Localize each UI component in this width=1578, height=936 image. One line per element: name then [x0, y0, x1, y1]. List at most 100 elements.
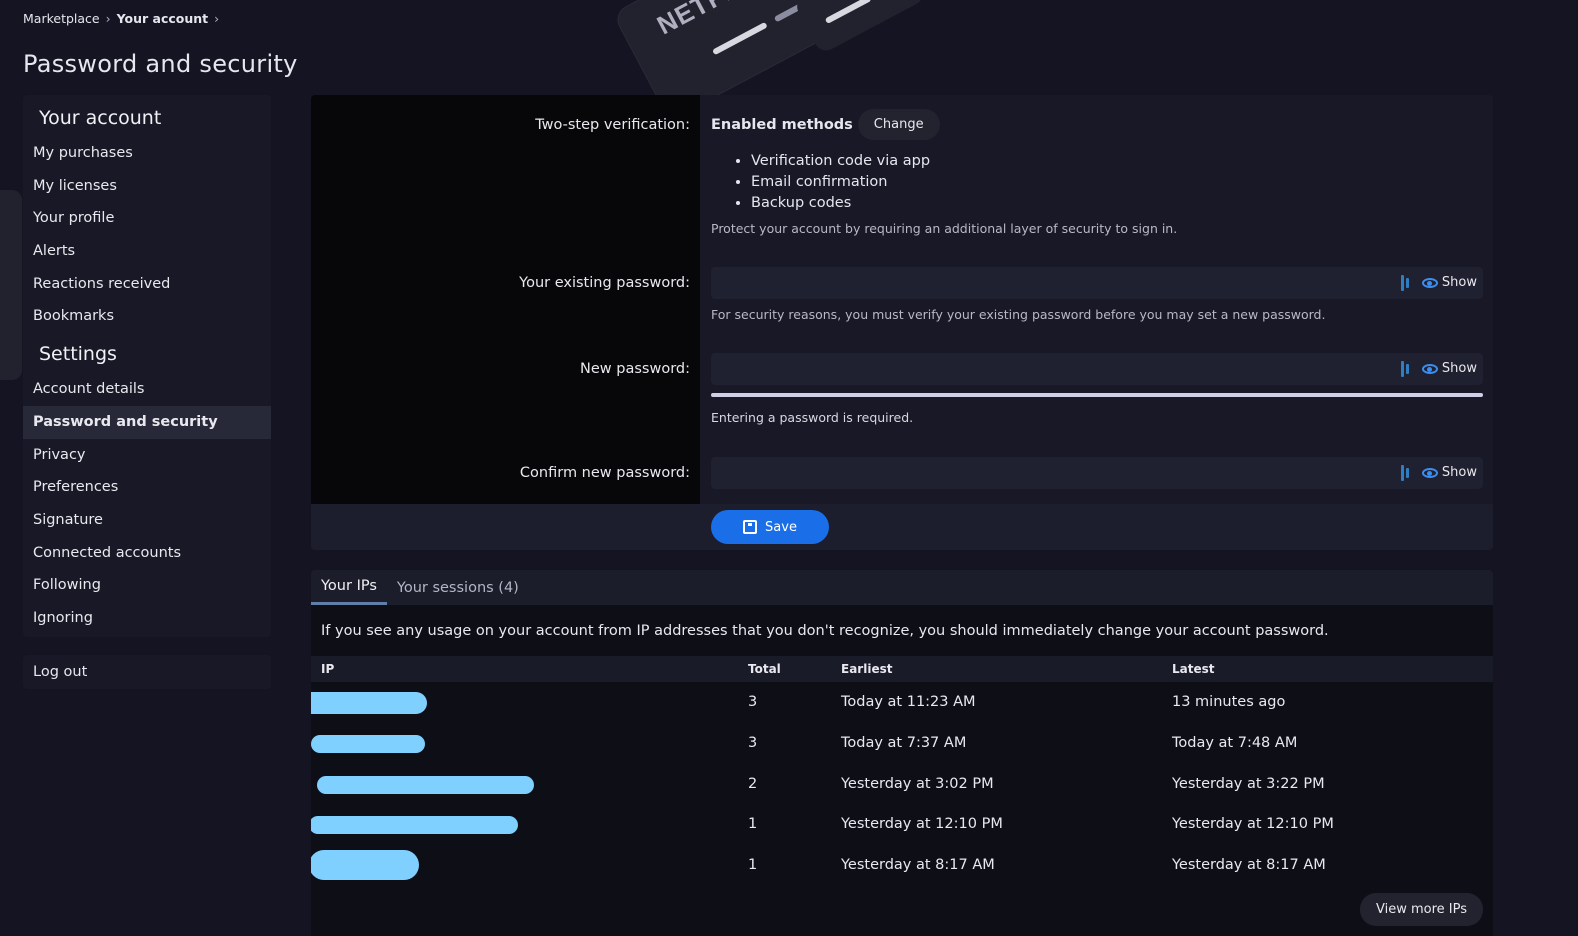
column-earliest: Earliest: [841, 662, 893, 676]
cell-earliest: Today at 7:37 AM: [841, 734, 967, 751]
cell-total: 1: [748, 857, 758, 874]
show-password-toggle[interactable]: Show: [1421, 275, 1477, 290]
view-more-ips-button[interactable]: View more IPs: [1359, 893, 1483, 926]
cell-latest: 13 minutes ago: [1172, 694, 1286, 710]
cell-latest: Yesterday at 3:22 PM: [1172, 775, 1325, 792]
logout-button[interactable]: Log out: [23, 654, 271, 689]
new-password-hint: Entering a password is required.: [711, 410, 914, 425]
sidebar-item-alerts[interactable]: Alerts: [23, 235, 271, 268]
cell-total: 1: [748, 816, 758, 833]
show-label: Show: [1441, 465, 1477, 480]
ip-tabs: Your IPs Your sessions (4): [311, 570, 1493, 605]
new-password-label: New password:: [580, 361, 690, 377]
cell-earliest: Today at 11:23 AM: [841, 694, 976, 710]
eye-icon: [1421, 467, 1438, 478]
sidebar-item-your-profile[interactable]: Your profile: [23, 202, 271, 235]
enabled-methods-label: Enabled methods: [711, 116, 853, 133]
form-label-column: Two-step verification: Your existing pas…: [311, 95, 700, 504]
two-step-hint: Protect your account by requiring an add…: [711, 221, 1178, 236]
column-ip: IP: [321, 662, 335, 676]
chevron-right-icon: ›: [105, 11, 111, 26]
table-row: 1 Yesterday at 12:10 PM Yesterday at 12:…: [311, 804, 1493, 845]
sidebar-item-following[interactable]: Following: [23, 569, 271, 602]
decorative-card-3: [0, 190, 22, 380]
sidebar-item-privacy[interactable]: Privacy: [23, 439, 271, 472]
two-step-row: Enabled methods Change: [711, 109, 940, 140]
show-label: Show: [1441, 275, 1477, 290]
chevron-right-icon: ›: [214, 11, 220, 26]
sidebar: Your account My purchases My licenses Yo…: [23, 95, 271, 689]
sidebar-item-my-purchases[interactable]: My purchases: [23, 137, 271, 170]
column-latest: Latest: [1172, 662, 1215, 676]
sidebar-item-ignoring[interactable]: Ignoring: [23, 602, 271, 635]
two-step-methods-list: Verification code via app Email confirma…: [711, 151, 930, 214]
cell-latest: Yesterday at 12:10 PM: [1172, 816, 1334, 833]
eye-icon: [1421, 277, 1438, 288]
form-footer: Save: [311, 504, 1493, 550]
ip-table-header: IP Total Earliest Latest: [311, 656, 1493, 682]
breadcrumb: Marketplace › Your account ›: [23, 11, 225, 26]
redacted-ip: [311, 734, 425, 753]
tab-your-ips[interactable]: Your IPs: [311, 570, 387, 605]
sidebar-item-signature[interactable]: Signature: [23, 504, 271, 537]
existing-password-hint: For security reasons, you must verify yo…: [711, 307, 1326, 322]
sidebar-item-connected-accounts[interactable]: Connected accounts: [23, 537, 271, 570]
new-password-input[interactable]: Show: [711, 353, 1483, 385]
sidebar-item-password-security[interactable]: Password and security: [23, 405, 271, 439]
cell-earliest: Yesterday at 8:17 AM: [841, 857, 995, 874]
password-manager-icon[interactable]: [1401, 465, 1411, 481]
cell-earliest: Yesterday at 3:02 PM: [841, 775, 994, 792]
existing-password-input[interactable]: Show: [711, 267, 1483, 299]
table-row: 3 Today at 7:37 AM Today at 7:48 AM: [311, 723, 1493, 764]
cell-latest: Yesterday at 8:17 AM: [1172, 857, 1326, 874]
change-two-step-button[interactable]: Change: [857, 109, 940, 140]
sidebar-item-bookmarks[interactable]: Bookmarks: [23, 300, 271, 333]
sidebar-item-account-details[interactable]: Account details: [23, 373, 271, 406]
password-form: Two-step verification: Your existing pas…: [311, 95, 1493, 550]
show-label: Show: [1441, 361, 1477, 376]
confirm-password-input[interactable]: Show: [711, 457, 1483, 489]
confirm-password-label: Confirm new password:: [519, 465, 690, 481]
decorative-card-logo: NETFLIX: [652, 0, 768, 41]
list-item: Email confirmation: [751, 172, 930, 193]
save-button[interactable]: Save: [711, 510, 829, 544]
redacted-ip: [311, 816, 518, 835]
table-row: 2 Yesterday at 3:02 PM Yesterday at 3:22…: [311, 764, 1493, 805]
existing-password-label: Your existing password:: [519, 275, 690, 291]
sidebar-heading-settings: Settings: [39, 343, 117, 366]
ip-history-panel: Your IPs Your sessions (4) If you see an…: [311, 570, 1493, 936]
show-password-toggle[interactable]: Show: [1421, 361, 1477, 376]
list-item: Verification code via app: [751, 151, 930, 172]
tab-your-sessions[interactable]: Your sessions (4): [387, 570, 529, 605]
sidebar-item-reactions-received[interactable]: Reactions received: [23, 268, 271, 301]
sidebar-item-my-licenses[interactable]: My licenses: [23, 170, 271, 203]
eye-icon: [1421, 363, 1438, 374]
table-row: 1 Yesterday at 8:17 AM Yesterday at 8:17…: [311, 845, 1493, 886]
two-step-label: Two-step verification:: [535, 117, 690, 133]
password-manager-icon[interactable]: [1401, 275, 1411, 291]
list-item: Backup codes: [751, 193, 930, 214]
sidebar-heading-your-account[interactable]: Your account: [23, 95, 271, 137]
cell-total: 3: [748, 734, 758, 751]
ip-notice: If you see any usage on your account fro…: [321, 623, 1329, 639]
show-password-toggle[interactable]: Show: [1421, 465, 1477, 480]
table-row: 3 Today at 11:23 AM 13 minutes ago: [311, 682, 1493, 723]
breadcrumb-marketplace[interactable]: Marketplace: [23, 11, 100, 26]
save-icon: [743, 520, 758, 534]
sidebar-item-preferences[interactable]: Preferences: [23, 471, 271, 504]
redacted-ip: [311, 692, 427, 714]
cell-latest: Today at 7:48 AM: [1172, 734, 1298, 751]
redacted-ip: [317, 775, 534, 794]
column-total: Total: [748, 662, 781, 676]
sidebar-nav: Your account My purchases My licenses Yo…: [23, 95, 271, 637]
cell-total: 2: [748, 775, 758, 792]
password-strength-meter: [711, 393, 1483, 397]
cell-total: 3: [748, 694, 758, 710]
save-label: Save: [765, 519, 797, 535]
cell-earliest: Yesterday at 12:10 PM: [841, 816, 1003, 833]
redacted-ip: [311, 850, 419, 881]
breadcrumb-your-account[interactable]: Your account: [117, 11, 209, 26]
page-title: Password and security: [23, 50, 298, 78]
password-manager-icon[interactable]: [1401, 361, 1411, 377]
decorative-card-2: [792, 0, 928, 55]
